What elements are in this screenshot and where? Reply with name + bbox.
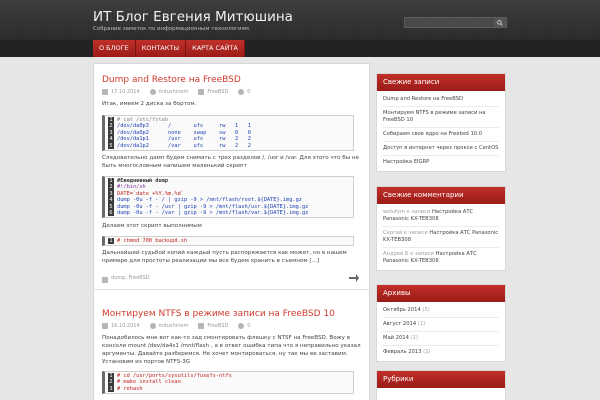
widget-title: Свежие комментарии xyxy=(377,187,505,204)
archive-item: Август 2014 (1) xyxy=(383,318,499,332)
post-tags-list[interactable]: dump, FreeBSD xyxy=(111,275,150,281)
post-paragraph: Понадобилось мне вот как-то зад смонтиро… xyxy=(102,335,361,365)
nav-item-sitemap[interactable]: КАРТА САЙТА xyxy=(186,40,245,57)
code-line: # cd /usr/ports/sysutils/fusefs-ntfs xyxy=(117,373,232,379)
content-area: Dump and Restore на FreeBSD 17.10.2014 m… xyxy=(93,63,370,400)
post-category[interactable]: FreeBSD xyxy=(207,323,228,329)
search-button[interactable] xyxy=(494,18,506,27)
comment-author[interactable]: Сергей к записи xyxy=(383,230,428,236)
arrow-right-icon[interactable] xyxy=(349,274,359,282)
post-date: 17.10.2014 xyxy=(111,89,140,95)
search-input[interactable] xyxy=(405,18,495,27)
archive-link[interactable]: Май 2014 xyxy=(383,335,409,341)
code-block: 1 #Ежедневный dump 2 #!/bin/sh 3 DATE=`date… xyxy=(102,176,354,219)
search-box xyxy=(404,17,507,28)
recent-comment: Андрей Б к записи Настройка АТС Panasoni… xyxy=(383,248,499,268)
archive-count: (1) xyxy=(410,335,418,341)
post-date: 16.10.2014 xyxy=(111,323,140,329)
code-block: 1 # cat /etc/fstab 2/dev/da0p3 / ufs rw 1… xyxy=(102,115,354,152)
archive-item: Февраль 2013 (2) xyxy=(383,346,499,359)
nav-bar xyxy=(0,40,600,57)
code-line: DATE=`date +%Y.%m.%d` xyxy=(117,190,184,197)
site-header: ИТ Блог Евгения Митюшина Собрание замето… xyxy=(0,0,600,40)
code-line: dump -0u -f - /usr | gzip -9 > /mnt/flas… xyxy=(117,203,309,210)
comment-icon xyxy=(238,323,245,329)
code-line: #!/bin/sh xyxy=(117,184,146,191)
post-meta: 16.10.2014 mitushinem FreeBSD 0 xyxy=(102,323,362,329)
code-block: 1 # cd /usr/ports/sysutils/fusefs-ntfs 2 #… xyxy=(102,371,354,395)
code-block: 1 # chmod 700 backupd.sh xyxy=(102,236,354,247)
post-paragraph: Делаем этот скрипт выполнимым xyxy=(102,223,202,229)
code-line: /dev/da0p2 none swap sw 0 0 xyxy=(117,129,251,136)
post-comments-count[interactable]: 0 xyxy=(247,89,250,95)
code-line: /dev/da1p2 /var ufs rw 2 2 xyxy=(117,142,251,149)
calendar-icon xyxy=(102,89,108,95)
archive-count: (1) xyxy=(417,321,426,327)
code-line: /dev/da0p3 / ufs rw 1 1 xyxy=(117,123,251,130)
calendar-icon xyxy=(102,323,108,329)
post-comments-count[interactable]: 0 xyxy=(247,323,250,329)
post-divider xyxy=(94,289,369,290)
widget-title: Рубрики xyxy=(377,371,505,388)
widget-recent-posts: Свежие записи Dump and Restore на FreeBS… xyxy=(376,73,506,172)
recent-comment: wolufym к записи Настройка АТС Panasonic… xyxy=(383,206,499,227)
post-tags: dump, FreeBSD xyxy=(102,273,150,283)
code-line: #Ежедневный dump xyxy=(117,178,169,184)
widget-categories: Рубрики xyxy=(376,370,506,400)
archive-link[interactable]: Октябрь 2014 xyxy=(383,307,421,313)
search-icon xyxy=(497,19,503,26)
code-line: # chmod 700 backupd.sh xyxy=(117,238,188,244)
post: Монтируем NTFS в режиме записи на FreeBS… xyxy=(102,309,362,366)
comment-author[interactable]: Андрей Б к записи xyxy=(383,251,434,257)
recent-comment: Сергей к записи Настройка АТС Panasonic … xyxy=(383,227,499,248)
archive-item: Май 2014 (1) xyxy=(383,332,499,346)
folder-icon xyxy=(198,89,205,95)
post-category[interactable]: FreeBSD xyxy=(207,89,228,95)
tag-icon xyxy=(102,277,108,283)
site-description: Собрание заметок по информационным техно… xyxy=(93,26,249,32)
post-paragraph: Дальнейшей судьбой копий каждый пусть ра… xyxy=(102,250,347,264)
archive-link[interactable]: Август 2014 xyxy=(383,321,416,327)
post-title[interactable]: Dump and Restore на FreeBSD xyxy=(102,75,362,85)
widget-title: Свежие записи xyxy=(377,74,505,91)
code-line: # cat /etc/fstab xyxy=(117,117,169,123)
archive-count: (2) xyxy=(423,349,431,355)
nav-item-about[interactable]: О БЛОГЕ xyxy=(93,40,136,57)
post-author[interactable]: mitushinem xyxy=(159,89,189,95)
widget-recent-comments: Свежие комментарии wolufym к записи Наст… xyxy=(376,186,506,271)
code-line: # make install clean xyxy=(117,379,181,386)
nav-item-contacts[interactable]: КОНТАКТЫ xyxy=(135,40,187,57)
archive-item: Октябрь 2014 (5) xyxy=(383,304,499,318)
archive-count: (5) xyxy=(422,307,430,313)
folder-icon xyxy=(198,323,205,329)
post-meta: 17.10.2014 mitushinem FreeBSD 0 xyxy=(102,89,362,95)
author-icon xyxy=(149,323,156,329)
site-title[interactable]: ИТ Блог Евгения Митюшина xyxy=(93,9,293,25)
widget-archives: Архивы Октябрь 2014 (5) Август 2014 (1) … xyxy=(376,284,506,362)
comment-icon xyxy=(238,89,245,95)
post-paragraph: Итак, имеем 2 диска за бортом. xyxy=(102,101,197,107)
recent-post-link[interactable]: Настройка EIGRP xyxy=(383,156,499,169)
author-icon xyxy=(149,89,156,95)
code-line: dump -0u -f - /var | gzip -9 > /mnt/flas… xyxy=(117,210,309,217)
post-paragraph: Следовательно дамп будем снимать с трех … xyxy=(102,155,359,169)
main-nav: О БЛОГЕ КОНТАКТЫ КАРТА САЙТА xyxy=(93,40,245,57)
code-line: # rehash xyxy=(117,385,143,392)
recent-post-link[interactable]: Монтируем NTFS в режиме записи на FreeBS… xyxy=(383,107,499,128)
recent-post-link[interactable]: Dump and Restore на FreeBSD xyxy=(383,93,499,107)
comment-author[interactable]: wolufym к записи xyxy=(383,209,430,215)
recent-post-link[interactable]: Собираем свое ядро на Freebsd 10.0 xyxy=(383,128,499,142)
post-author[interactable]: mitushinem xyxy=(159,323,189,329)
archive-link[interactable]: Февраль 2013 xyxy=(383,349,421,355)
code-line: /dev/da1p1 /usr ufs rw 2 2 xyxy=(117,136,251,143)
post: Dump and Restore на FreeBSD 17.10.2014 m… xyxy=(102,75,362,108)
post-title[interactable]: Монтируем NTFS в режиме записи на FreeBS… xyxy=(102,309,362,319)
widget-title: Архивы xyxy=(377,285,505,302)
recent-post-link[interactable]: Доступ в интернет через прокси с CentOS xyxy=(383,142,499,156)
code-line: dump -0u -f - / | gzip -9 > /mnt/flash/r… xyxy=(117,197,302,204)
